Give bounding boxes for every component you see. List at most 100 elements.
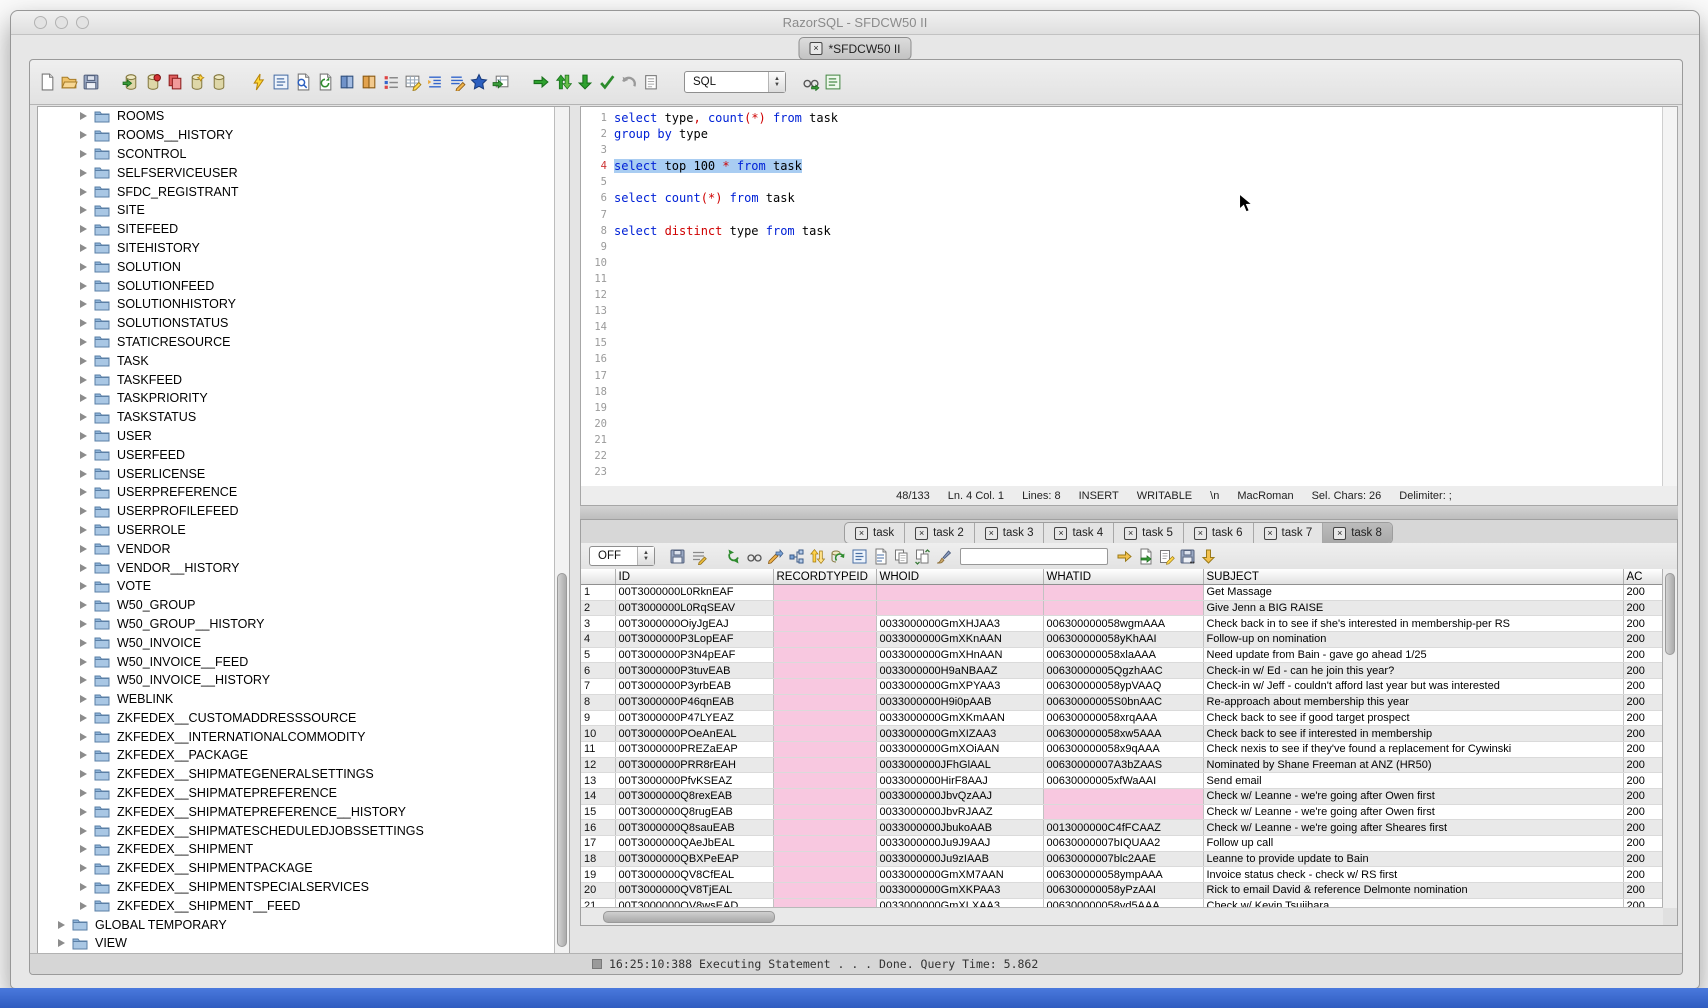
table-cell[interactable]: Check-in w/ Ed - can he join this year?: [1203, 663, 1623, 679]
table-cell[interactable]: 200: [1623, 663, 1663, 679]
disclosure-triangle-icon[interactable]: [80, 488, 87, 496]
list-lines-icon[interactable]: [382, 73, 400, 91]
row-number-cell[interactable]: 1: [581, 585, 615, 601]
table-cell[interactable]: 200: [1623, 851, 1663, 867]
table-cell[interactable]: 200: [1623, 679, 1663, 695]
table-cell[interactable]: 0033000000GmXKnAAN: [876, 632, 1043, 648]
table-row[interactable]: 800T3000000P46qnEAB0033000000H9i0pAAB006…: [581, 694, 1663, 710]
table-cell[interactable]: 0033000000GmXKPAA3: [876, 883, 1043, 899]
db-connect-icon[interactable]: [122, 73, 140, 91]
table-cell[interactable]: Give Jenn a BIG RAISE: [1203, 600, 1623, 616]
table-cell[interactable]: Leanne to provide update to Bain: [1203, 851, 1623, 867]
editor-line[interactable]: 1select type, count(*) from task: [581, 110, 1663, 126]
table-cell[interactable]: 0033000000JbvRJAAZ: [876, 804, 1043, 820]
table-cell[interactable]: 00T3000000L0RqSEAV: [615, 600, 773, 616]
table-cell[interactable]: [876, 585, 1043, 601]
form-green-icon[interactable]: [824, 73, 842, 91]
row-number-cell[interactable]: 2: [581, 600, 615, 616]
row-number-cell[interactable]: 18: [581, 851, 615, 867]
table-row[interactable]: 1100T3000000PREZaEAP0033000000GmXOiAAN00…: [581, 741, 1663, 757]
table-cell[interactable]: 0033000000HirF8AAJ: [876, 773, 1043, 789]
table-cell[interactable]: 0033000000Ju9zIAAB: [876, 851, 1043, 867]
tree-item-vendor[interactable]: VENDOR: [38, 539, 555, 558]
arrow-down-green-icon[interactable]: [576, 73, 594, 91]
column-header-whatid[interactable]: WHATID: [1043, 569, 1203, 585]
sort-yellow-icon[interactable]: [809, 548, 826, 565]
table-import-icon[interactable]: [492, 73, 510, 91]
glasses-arrow-icon[interactable]: [802, 73, 820, 91]
table-cell[interactable]: Invoice status check - check w/ RS first: [1203, 867, 1623, 883]
table-cell[interactable]: 200: [1623, 867, 1663, 883]
arrows-updown-green-icon[interactable]: [554, 73, 572, 91]
save-floppy-icon[interactable]: [669, 548, 686, 565]
table-cell[interactable]: Check back to see if interested in membe…: [1203, 726, 1623, 742]
result-tab-task-5[interactable]: ×task 5: [1114, 523, 1184, 543]
table-cell[interactable]: Need update from Bain - gave go ahead 1/…: [1203, 647, 1623, 663]
tree-item-site[interactable]: SITE: [38, 201, 555, 220]
result-tab-task-4[interactable]: ×task 4: [1044, 523, 1114, 543]
editor-line[interactable]: 2group by type: [581, 126, 1663, 142]
tree-item-staticresource[interactable]: STATICRESOURCE: [38, 333, 555, 352]
table-cell[interactable]: 00630000005QgzhAAC: [1043, 663, 1203, 679]
column-header-subject[interactable]: SUBJECT: [1203, 569, 1623, 585]
disclosure-triangle-icon[interactable]: [80, 676, 87, 684]
row-number-cell[interactable]: 19: [581, 867, 615, 883]
table-cell[interactable]: [773, 773, 876, 789]
table-cell[interactable]: 200: [1623, 883, 1663, 899]
table-cell[interactable]: 006300000058xlaAAA: [1043, 647, 1203, 663]
new-file-icon[interactable]: [38, 73, 56, 91]
table-cell[interactable]: [773, 632, 876, 648]
editor-line[interactable]: 11: [581, 271, 1663, 287]
tree-item-w50-invoice-history[interactable]: W50_INVOICE__HISTORY: [38, 671, 555, 690]
table-row[interactable]: 1600T3000000Q8sauEAB0033000000JbukoAAB00…: [581, 820, 1663, 836]
disclosure-triangle-icon[interactable]: [80, 714, 87, 722]
table-cell[interactable]: 0013000000C4fFCAAZ: [1043, 820, 1203, 836]
copy-pages-icon[interactable]: [893, 548, 910, 565]
tree-item-weblink[interactable]: WEBLINK: [38, 690, 555, 709]
table-row[interactable]: 1400T3000000Q8rexEAB0033000000JbvQzAAJCh…: [581, 788, 1663, 804]
table-cell[interactable]: Check w/ Leanne - we're going after Shea…: [1203, 820, 1623, 836]
table-row[interactable]: 1000T3000000POeAnEAL0033000000GmXIZAA300…: [581, 726, 1663, 742]
result-tab-task-7[interactable]: ×task 7: [1254, 523, 1324, 543]
table-cell[interactable]: Nominated by Shane Freeman at ANZ (HR50): [1203, 757, 1623, 773]
column-header-whoid[interactable]: WHOID: [876, 569, 1043, 585]
table-cell[interactable]: [773, 616, 876, 632]
tree-item-w50-group[interactable]: W50_GROUP: [38, 596, 555, 615]
disclosure-triangle-icon[interactable]: [80, 545, 87, 553]
table-cell[interactable]: 00T3000000Q8rexEAB: [615, 788, 773, 804]
disclosure-triangle-icon[interactable]: [80, 357, 87, 365]
tree-item-solutionhistory[interactable]: SOLUTIONHISTORY: [38, 295, 555, 314]
editor-line[interactable]: 9: [581, 239, 1663, 255]
tab-close-icon[interactable]: ×: [915, 527, 928, 540]
table-cell[interactable]: Check-in w/ Jeff - couldn't afford last …: [1203, 679, 1623, 695]
tab-close-icon[interactable]: ×: [855, 527, 868, 540]
table-cell[interactable]: Check nexis to see if they've found a re…: [1203, 741, 1623, 757]
disclosure-triangle-icon[interactable]: [80, 451, 87, 459]
grid-hscroll-thumb[interactable]: [603, 911, 775, 923]
tree-item-userpreference[interactable]: USERPREFERENCE: [38, 483, 555, 502]
editor-line[interactable]: 8select distinct type from task: [581, 223, 1663, 239]
tab-close-icon[interactable]: ×: [809, 42, 822, 55]
disclosure-triangle-icon[interactable]: [80, 169, 87, 177]
table-row[interactable]: 1800T3000000QBXPeEAP0033000000Ju9zIAAB00…: [581, 851, 1663, 867]
table-cell[interactable]: [773, 836, 876, 852]
table-cell[interactable]: 00T3000000P3LopEAF: [615, 632, 773, 648]
disclosure-triangle-icon[interactable]: [80, 902, 87, 910]
editor-line[interactable]: 19: [581, 400, 1663, 416]
tree-item-task[interactable]: TASK: [38, 351, 555, 370]
table-row[interactable]: 400T3000000P3LopEAF0033000000GmXKnAAN006…: [581, 632, 1663, 648]
row-number-cell[interactable]: 11: [581, 741, 615, 757]
table-cell[interactable]: 00T3000000P3yrbEAB: [615, 679, 773, 695]
table-cell[interactable]: [876, 600, 1043, 616]
tree-item-w50-invoice[interactable]: W50_INVOICE: [38, 633, 555, 652]
statement-type-select[interactable]: SQL ▲▼: [684, 71, 786, 93]
column-header-rownum[interactable]: [581, 569, 615, 585]
disclosure-triangle-icon[interactable]: [80, 733, 87, 741]
table-cell[interactable]: 00T3000000P46qnEAB: [615, 694, 773, 710]
editor-scrollbar[interactable]: [1662, 107, 1677, 487]
tree-item-vendor-history[interactable]: VENDOR__HISTORY: [38, 558, 555, 577]
table-row[interactable]: 300T3000000OiyJgEAJ0033000000GmXHJAA3006…: [581, 616, 1663, 632]
table-cell[interactable]: 006300000058yPzAAI: [1043, 883, 1203, 899]
table-cell[interactable]: 00T3000000Q8rugEAB: [615, 804, 773, 820]
table-edit-icon[interactable]: [404, 73, 422, 91]
